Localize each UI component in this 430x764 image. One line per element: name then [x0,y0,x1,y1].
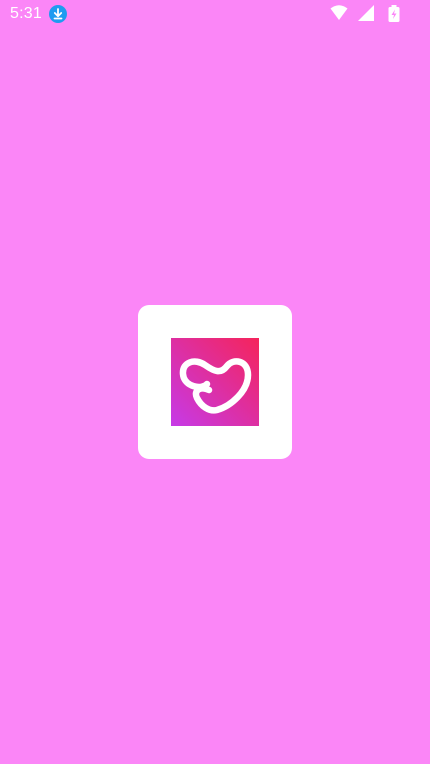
wifi-icon [330,5,348,20]
status-bar: 5:31 [0,0,430,28]
cell-signal-icon [358,5,374,21]
splash-logo-card [138,305,292,459]
status-time: 5:31 [10,5,42,22]
download-icon [49,5,67,23]
battery-charging-icon [388,5,400,22]
heart-logo-icon [171,338,259,426]
